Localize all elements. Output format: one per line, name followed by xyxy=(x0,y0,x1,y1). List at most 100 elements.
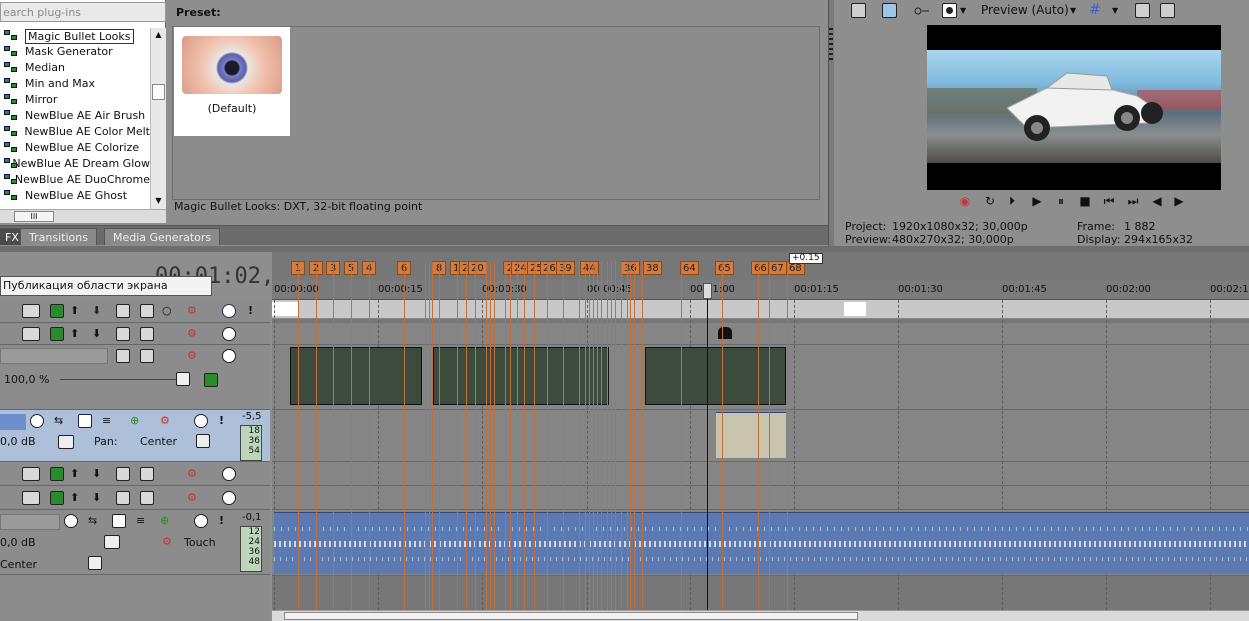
plugin-list-item[interactable]: NewBlue AE Dream Glow xyxy=(0,156,150,172)
mute-toggle-icon[interactable] xyxy=(22,467,40,481)
stop-icon[interactable]: ■ xyxy=(1078,194,1092,208)
save-snapshot-icon[interactable] xyxy=(1160,3,1175,18)
track-name-field[interactable] xyxy=(0,514,60,530)
plugin-list-item[interactable]: Mirror xyxy=(0,92,150,108)
solo-icon[interactable] xyxy=(222,491,236,505)
upload-arrow-icon[interactable]: ⬆ xyxy=(70,327,84,341)
gear-icon[interactable]: ⚙ xyxy=(187,467,201,481)
plugin-list-item[interactable]: NewBlue AE Color Melt xyxy=(0,124,150,140)
compositing-icon[interactable] xyxy=(116,349,130,363)
track-name-field[interactable] xyxy=(0,414,26,430)
download-arrow-icon[interactable]: ⬇ xyxy=(92,304,106,318)
video-lane-5[interactable] xyxy=(272,486,1249,510)
track-header-video-3[interactable]: ⚙ 100,0 % xyxy=(0,345,270,410)
motion-icon[interactable] xyxy=(140,304,154,318)
solo-icon[interactable] xyxy=(222,349,236,363)
insert-fx-icon[interactable]: ⊕ xyxy=(160,514,174,528)
loop-icon[interactable]: ↻ xyxy=(983,194,997,208)
solo-icon[interactable] xyxy=(222,304,236,318)
play-from-start-icon[interactable]: ⏵ xyxy=(1005,194,1019,208)
track-fx-icon[interactable] xyxy=(50,467,64,481)
plugin-list-item[interactable]: Mask Generator xyxy=(0,44,150,60)
plugin-list-item[interactable]: Min and Max xyxy=(0,76,150,92)
pan-slider[interactable] xyxy=(88,556,102,570)
record-arm-icon[interactable] xyxy=(64,514,78,528)
video-lane-4[interactable] xyxy=(272,462,1249,486)
compositing-icon[interactable] xyxy=(116,491,130,505)
timeline-marker[interactable]: 64 xyxy=(680,261,699,275)
mute-toggle-icon[interactable] xyxy=(22,491,40,505)
plugin-list-item[interactable]: Median xyxy=(0,60,150,76)
record-icon[interactable]: ◉ xyxy=(958,194,972,208)
info-icon[interactable]: ! xyxy=(248,304,262,318)
gear-icon[interactable]: ⚙ xyxy=(162,535,176,549)
automation-mode[interactable]: Touch xyxy=(184,536,216,549)
motion-icon[interactable] xyxy=(140,491,154,505)
invert-phase-icon[interactable]: ⇆ xyxy=(54,414,68,428)
pan-slider[interactable] xyxy=(196,434,210,448)
plugin-list-hscrollbar[interactable]: III xyxy=(0,209,166,223)
go-to-end-icon[interactable]: ⏭ xyxy=(1126,194,1140,208)
track-header-audio-2[interactable]: ⇆ ≡ ⊕ ! -0,1 0,0 dB ⚙ Touch Center 12 24 3… xyxy=(0,510,270,575)
plugin-list-item[interactable]: NewBlue AE Colorize xyxy=(0,140,150,156)
plugin-list-item[interactable]: NewBlue AE Air Brush xyxy=(0,108,150,124)
track-name-field[interactable] xyxy=(0,348,108,364)
plugin-list-item[interactable]: NewBlue AE Ghost xyxy=(0,188,150,204)
record-arm-icon[interactable] xyxy=(30,414,44,428)
video-clip[interactable] xyxy=(290,347,422,405)
automation-icon[interactable]: ≡ xyxy=(102,414,116,428)
prev-frame-icon[interactable]: ◀ xyxy=(1150,194,1164,208)
chevron-down-icon[interactable]: ▼ xyxy=(1070,6,1076,15)
timeline-marker[interactable]: 39 xyxy=(556,261,575,275)
scroll-thumb[interactable] xyxy=(152,84,165,100)
track-fx-icon[interactable] xyxy=(50,327,64,341)
solo-icon[interactable] xyxy=(222,467,236,481)
play-icon[interactable]: ▶ xyxy=(1030,194,1044,208)
next-frame-icon[interactable]: ▶ xyxy=(1172,194,1186,208)
track-fx-icon[interactable] xyxy=(50,491,64,505)
track-header-video-2[interactable]: ⬆ ⬇ ⚙ xyxy=(0,323,270,345)
timeline-hscrollbar[interactable] xyxy=(272,610,1249,621)
scroll-down-arrow-icon[interactable]: ▼ xyxy=(151,194,166,208)
go-to-start-icon[interactable]: ⏮ xyxy=(1102,194,1116,208)
expand-icon[interactable]: ○ xyxy=(162,304,176,318)
download-arrow-icon[interactable]: ⬇ xyxy=(92,467,106,481)
track-fx-icon[interactable] xyxy=(50,304,64,318)
timeline-marker[interactable]: 67 xyxy=(768,261,787,275)
gear-icon[interactable]: ⚙ xyxy=(187,304,201,318)
timeline-marker[interactable]: 20 xyxy=(468,261,487,275)
chevron-down-icon[interactable]: ▼ xyxy=(1112,6,1118,15)
compositing-icon[interactable] xyxy=(116,304,130,318)
preset-thumbnail-eye[interactable] xyxy=(182,36,282,94)
motion-icon[interactable] xyxy=(140,467,154,481)
solo-icon[interactable] xyxy=(194,414,208,428)
info-icon[interactable]: ! xyxy=(219,514,233,528)
compositing-icon[interactable] xyxy=(116,327,130,341)
split-screen-icon[interactable] xyxy=(914,3,929,18)
tab-transitions[interactable]: Transitions xyxy=(20,228,97,245)
compositing-icon[interactable] xyxy=(116,467,130,481)
plugin-list-item[interactable]: NewBlue AE DuoChrome xyxy=(0,172,150,188)
upload-arrow-icon[interactable]: ⬆ xyxy=(70,491,84,505)
track-header-video-4[interactable]: ⬆ ⬇ ⚙ xyxy=(0,462,270,486)
hscroll-thumb[interactable]: III xyxy=(14,211,54,222)
scroll-up-arrow-icon[interactable]: ▲ xyxy=(151,28,166,42)
playhead-cursor[interactable] xyxy=(707,283,708,610)
external-monitor-icon[interactable] xyxy=(882,3,897,18)
tab-media-generators[interactable]: Media Generators xyxy=(104,228,221,245)
playhead-handle[interactable] xyxy=(703,283,712,299)
grid-icon[interactable]: # xyxy=(1089,3,1104,18)
pause-icon[interactable]: ⏸ xyxy=(1054,194,1068,208)
timeline-marker[interactable]: 65 xyxy=(715,261,734,275)
video-lane-2[interactable] xyxy=(272,323,1249,345)
timeline-marker[interactable]: 38 xyxy=(643,261,662,275)
timeline-marker[interactable]: 66 xyxy=(751,261,770,275)
gear-icon[interactable]: ⚙ xyxy=(187,327,201,341)
track-header-video-5[interactable]: ⬆ ⬇ ⚙ xyxy=(0,486,270,510)
solo-icon[interactable] xyxy=(222,327,236,341)
track-fx-icon[interactable] xyxy=(78,414,92,428)
time-ruler[interactable]: 00:00:0000:00:1500:00:3000:00:4500:01:00… xyxy=(272,280,1249,300)
plugin-list-scrollbar[interactable]: ▲ ▼ xyxy=(150,28,166,210)
preview-properties-icon[interactable] xyxy=(851,3,866,18)
audio-clip[interactable] xyxy=(716,412,786,458)
